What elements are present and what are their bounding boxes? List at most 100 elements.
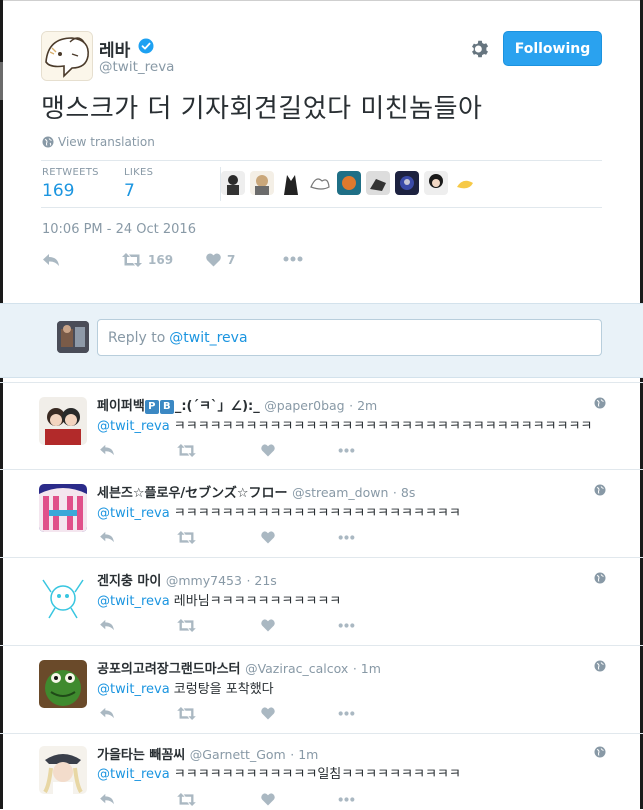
retweet-icon[interactable] — [177, 707, 196, 720]
retweets-label: RETWEETS — [42, 167, 99, 178]
more-dots-icon[interactable] — [337, 711, 356, 716]
likes-label: LIKES — [124, 167, 154, 178]
retweet-icon[interactable] — [177, 444, 196, 457]
liker-avatar[interactable] — [453, 171, 477, 195]
reply-author-name: 겐지충 마이 — [97, 574, 162, 589]
reply-author[interactable]: 겐지충 마이 @mmy7453 · 21s — [97, 570, 277, 589]
heart-icon[interactable] — [261, 793, 275, 806]
liker-avatar[interactable] — [366, 171, 390, 195]
heart-icon[interactable] — [261, 707, 275, 720]
retweet-icon[interactable] — [177, 619, 196, 632]
globe-icon — [594, 484, 606, 496]
reply-input[interactable]: Reply to @twit_reva — [97, 319, 602, 356]
retweet-icon — [122, 253, 142, 267]
author-name[interactable]: 레바 — [99, 36, 130, 61]
more-dots-icon[interactable] — [337, 797, 356, 802]
liker-avatar[interactable] — [395, 171, 419, 195]
liker-avatar[interactable] — [308, 171, 332, 195]
reply-item[interactable]: 겐지충 마이 @mmy7453 · 21s @twit_reva 레바님ㅋㅋㅋㅋ… — [0, 557, 643, 646]
reply-body: ㅋㅋㅋㅋㅋㅋㅋㅋㅋㅋㅋㅋㅋㅋㅋㅋㅋㅋㅋㅋㅋㅋㅋㅋㅋㅋㅋㅋㅋㅋㅋㅋㅋㅋㅋ — [173, 419, 593, 434]
stats-divider-bottom — [41, 207, 602, 208]
likers-avatars — [221, 171, 477, 195]
liker-avatar[interactable] — [221, 171, 245, 195]
globe-icon — [594, 746, 606, 758]
more-button[interactable] — [283, 256, 303, 262]
author-handle[interactable]: @twit_reva — [99, 59, 174, 75]
reply-mention[interactable]: @twit_reva — [97, 594, 170, 609]
retweet-icon[interactable] — [177, 531, 196, 544]
globe-icon — [594, 397, 606, 409]
reply-arrow-icon[interactable] — [99, 444, 115, 456]
more-dots-icon — [283, 256, 303, 262]
reply-author[interactable]: 가을타는 빼꼼씨 @Garnett_Gom · 1m — [97, 744, 318, 763]
reply-avatar[interactable] — [39, 484, 87, 532]
like-button[interactable]: 7 — [206, 253, 235, 267]
liker-avatar[interactable] — [279, 171, 303, 195]
reply-item[interactable]: 페이퍼백 P B _:(´ㅋ`」∠):_ @paper0bag · 2m @twit_… — [0, 382, 643, 470]
reply-author-name: 가을타는 빼꼼씨 — [97, 748, 186, 763]
like-count: 7 — [227, 253, 236, 267]
reply-time: · 1m — [352, 661, 381, 676]
more-dots-icon[interactable] — [337, 448, 356, 453]
reply-arrow-icon[interactable] — [99, 531, 115, 543]
more-dots-icon[interactable] — [337, 535, 356, 540]
retweets-count[interactable]: 169 — [42, 181, 74, 201]
reply-actions — [97, 618, 397, 634]
gear-icon[interactable] — [469, 38, 491, 60]
retweet-button[interactable]: 169 — [122, 253, 173, 267]
current-user-avatar — [57, 321, 89, 353]
reply-avatar[interactable] — [39, 660, 87, 708]
reply-actions — [97, 443, 397, 459]
reply-author-name: 페이퍼백 — [97, 399, 145, 414]
author-avatar[interactable] — [41, 31, 93, 81]
reply-text: @twit_reva ㅋㅋㅋㅋㅋㅋㅋㅋㅋㅋㅋㅋㅋㅋㅋㅋㅋㅋㅋㅋㅋㅋㅋㅋ — [97, 502, 461, 521]
reply-mention[interactable]: @twit_reva — [97, 506, 170, 521]
tweet-text: 맹스크가 더 기자회견길었다 미친놈들아 — [41, 94, 483, 124]
globe-icon — [594, 572, 606, 584]
retweet-icon[interactable] — [177, 793, 196, 806]
heart-icon — [206, 253, 221, 267]
likes-count[interactable]: 7 — [124, 181, 135, 201]
liker-avatar[interactable] — [337, 171, 361, 195]
reply-mention[interactable]: @twit_reva — [97, 419, 170, 434]
reply-text: @twit_reva ㅋㅋㅋㅋㅋㅋㅋㅋㅋㅋㅋㅋㅋㅋㅋㅋㅋㅋㅋㅋㅋㅋㅋㅋㅋㅋㅋㅋㅋ… — [97, 415, 592, 434]
window-top-border — [0, 0, 643, 1]
heart-icon[interactable] — [261, 531, 275, 544]
reply-author[interactable]: 공포의고려장그랜드마스터 @Vazirac_calcox · 1m — [97, 658, 381, 677]
reply-avatar[interactable] — [39, 397, 87, 445]
reply-time: · 1m — [290, 747, 319, 762]
reply-arrow-icon[interactable] — [99, 707, 115, 719]
reply-author[interactable]: 세븐즈☆플로우/セブンズ☆フロー @stream_down · 8s — [97, 482, 415, 501]
reply-item[interactable]: 가을타는 빼꼼씨 @Garnett_Gom · 1m @twit_reva ㅋㅋ… — [0, 733, 643, 810]
reply-arrow-icon[interactable] — [99, 793, 115, 805]
following-button[interactable]: Following — [503, 31, 602, 66]
badge-b: B — [159, 400, 174, 414]
liker-avatar[interactable] — [250, 171, 274, 195]
tweet-timestamp[interactable]: 10:06 PM - 24 Oct 2016 — [42, 222, 196, 237]
reply-placeholder-prefix: Reply to — [108, 329, 166, 346]
reply-avatar[interactable] — [39, 572, 87, 620]
reply-handle: @stream_down — [292, 485, 389, 500]
view-translation-link[interactable]: View translation — [42, 135, 155, 149]
reply-item[interactable]: 세븐즈☆플로우/セブンズ☆フロー @stream_down · 8s @twit… — [0, 469, 643, 558]
heart-icon[interactable] — [261, 444, 275, 457]
reply-time: · 2m — [349, 398, 378, 413]
badge-p: P — [144, 400, 159, 414]
reply-button[interactable] — [42, 253, 60, 267]
reply-handle: @mmy7453 — [165, 573, 242, 588]
more-dots-icon[interactable] — [337, 623, 356, 628]
reply-item[interactable]: 공포의고려장그랜드마스터 @Vazirac_calcox · 1m @twit_… — [0, 645, 643, 734]
reply-author-name: 세븐즈☆플로우/セブンズ☆フロー — [97, 486, 288, 501]
liker-avatar[interactable] — [424, 171, 448, 195]
reply-mention[interactable]: @twit_reva — [97, 767, 170, 782]
reply-author[interactable]: 페이퍼백 P B _:(´ㅋ`」∠):_ @paper0bag · 2m — [97, 395, 377, 414]
reply-body: 코렁탕을 포착했다 — [173, 682, 274, 697]
reply-avatar[interactable] — [39, 746, 87, 794]
reply-handle: @Garnett_Gom — [189, 747, 286, 762]
reply-body: ㅋㅋㅋㅋㅋㅋㅋㅋㅋㅋㅋㅋㅋㅋㅋㅋㅋㅋㅋㅋㅋㅋㅋㅋ — [173, 506, 461, 521]
reply-mention[interactable]: @twit_reva — [97, 682, 170, 697]
heart-icon[interactable] — [261, 619, 275, 632]
reply-actions — [97, 530, 397, 546]
reply-arrow-icon[interactable] — [99, 619, 115, 631]
view-translation-label: View translation — [58, 135, 155, 149]
